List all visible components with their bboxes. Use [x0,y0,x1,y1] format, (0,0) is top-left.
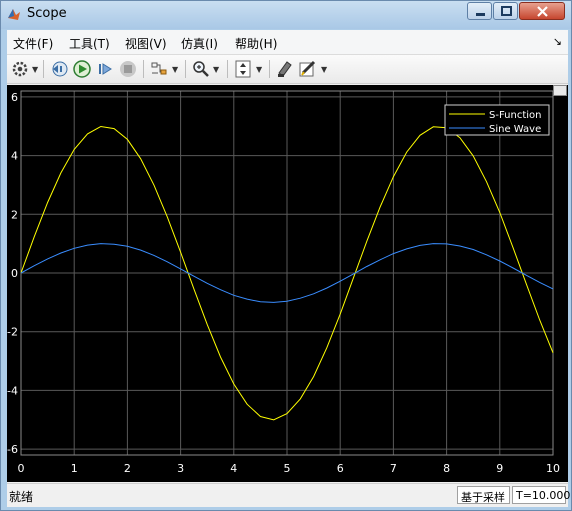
signal-select-dropdown-icon[interactable]: ▼ [172,65,178,74]
autoscale-dropdown-icon[interactable]: ▼ [256,65,262,74]
menu-dock-arrow-icon[interactable]: ↘ [553,35,562,48]
minimize-button[interactable] [467,2,492,20]
x-tick-label: 10 [546,462,560,475]
close-icon [537,6,548,17]
run-icon[interactable] [72,59,92,79]
status-ready-text: 就绪 [9,490,34,504]
menu-view[interactable]: 视图(V) [125,35,167,52]
signal-select-icon[interactable] [149,59,169,79]
sample-mode-indicator: 基于采样 [457,486,510,504]
legend-label: S-Function [489,110,542,121]
step-back-icon[interactable] [49,59,69,79]
close-button[interactable] [519,2,565,20]
menu-file[interactable]: 文件(F) [13,35,53,52]
x-tick-label: 2 [124,462,131,475]
toolbar-separator [143,60,144,78]
toolbar-separator [185,60,186,78]
window-title: Scope [27,6,67,21]
y-tick-label: 2 [11,208,18,221]
toolbar-separator [227,60,228,78]
menu-help[interactable]: 帮助(H) [235,35,277,52]
x-tick-label: 1 [71,462,78,475]
y-tick-label: -2 [7,326,18,339]
gear-dropdown-icon[interactable]: ▼ [32,65,38,74]
toolbar-separator [269,60,270,78]
stop-icon[interactable] [118,59,138,79]
menu-tools[interactable]: 工具(T) [69,35,110,52]
x-tick-label: 3 [177,462,184,475]
toolbar-separator [43,60,44,78]
minimize-icon [476,13,485,16]
x-tick-label: 9 [496,462,503,475]
x-tick-label: 0 [18,462,25,475]
x-tick-label: 4 [230,462,237,475]
menu-simulation[interactable]: 仿真(I) [181,35,218,52]
style-icon[interactable] [298,59,318,79]
menu-bar: 文件(F) 工具(T) 视图(V) 仿真(I) 帮助(H) ↘ [7,30,568,55]
simulation-time-indicator: T=10.000 [512,486,570,504]
legend-label: Sine Wave [489,124,541,135]
autoscale-icon[interactable] [233,59,253,79]
matlab-app-icon [8,9,20,20]
maximize-button[interactable] [493,2,518,20]
toolbar: ▼ ▼ ▼ ▼ ▼ [7,55,568,84]
plot-area: 0 1 2 3 4 5 6 7 8 9 10 6 4 2 0 -2 -4 -6 S-Function Sine Wav… [7,85,568,482]
undock-icon[interactable] [553,85,567,96]
step-forward-icon[interactable] [95,59,115,79]
style-dropdown-icon[interactable]: ▼ [321,65,327,74]
x-tick-label: 7 [390,462,397,475]
x-tick-label: 6 [337,462,344,475]
y-tick-label: 6 [11,91,18,104]
zoom-in-icon[interactable] [191,59,211,79]
y-tick-label: 4 [11,150,18,163]
y-tick-label: -6 [7,443,18,456]
scope-chart[interactable]: 0 1 2 3 4 5 6 7 8 9 10 6 4 2 0 -2 -4 -6 S-Function Sine Wav… [7,85,568,482]
x-tick-label: 5 [284,462,291,475]
zoom-dropdown-icon[interactable]: ▼ [213,65,219,74]
highlight-icon[interactable] [275,59,295,79]
gear-icon[interactable] [10,59,30,79]
y-tick-label: -4 [7,384,18,397]
maximize-icon [501,6,512,16]
scope-window: Scope 文件(F) 工具(T) 视图(V) 仿真(I) 帮助(H) ↘ ▼ [0,0,572,511]
x-tick-label: 8 [443,462,450,475]
y-tick-label: 0 [11,267,18,280]
scope-client-area: 文件(F) 工具(T) 视图(V) 仿真(I) 帮助(H) ↘ ▼ ▼ ▼ ▼ … [7,30,570,507]
status-bar: 就绪 基于采样 T=10.000 [7,483,570,507]
title-bar[interactable]: Scope [1,1,571,29]
